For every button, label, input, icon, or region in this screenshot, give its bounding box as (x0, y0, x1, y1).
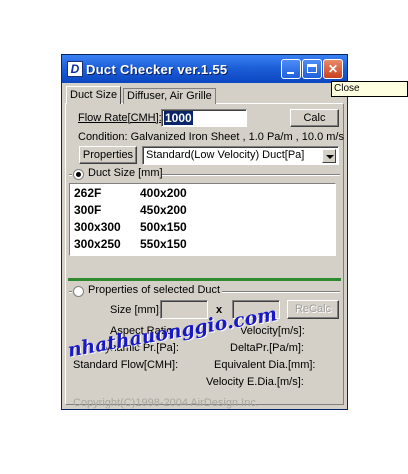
list-item[interactable]: 300F 450x200 (70, 202, 330, 219)
maximize-icon (307, 64, 317, 73)
duct-type-select[interactable]: Standard(Low Velocity) Duct[Pa] (142, 146, 339, 165)
duct-type-value: Standard(Low Velocity) Duct[Pa] (146, 149, 305, 161)
delta-pr-label: DeltaPr.[Pa/m]: (230, 342, 304, 354)
properties-button[interactable]: Properties (79, 146, 137, 164)
standard-flow-label: Standard Flow[CMH]: (73, 359, 179, 371)
flow-rate-label: Flow Rate[CMH]: (78, 112, 162, 124)
properties-radio-label: Properties of selected Duct (88, 284, 221, 296)
close-icon: ✕ (327, 62, 339, 76)
chevron-down-icon[interactable] (322, 149, 336, 163)
close-button[interactable]: ✕ (323, 59, 343, 79)
velocity-edia-label: Velocity E.Dia.[m/s]: (206, 376, 304, 388)
condition-text: Condition: Galvanized Iron Sheet , 1.0 P… (78, 131, 344, 143)
duct-size-radio[interactable] (73, 169, 84, 180)
minimize-icon (287, 72, 294, 74)
list-item[interactable]: 300x300 500x150 (70, 219, 330, 236)
app-icon: D (67, 61, 83, 77)
duct-checker-window: D Duct Checker ver.1.55 ✕ Flow Rate[CMH]… (61, 54, 348, 410)
calc-button[interactable]: Calc (290, 109, 339, 127)
window-title: Duct Checker ver.1.55 (86, 62, 228, 77)
duct-size-radio-label: Duct Size [mm] (88, 167, 163, 179)
copyright-text: Copyright(C)1998-2004 AirDesign Inc. (73, 397, 259, 409)
properties-radio-row[interactable]: Properties of selected Duct (72, 284, 222, 297)
tab-duct-size-label: Duct Size (70, 89, 118, 101)
flow-rate-input[interactable]: 1000 (161, 109, 247, 127)
tab-diffuser-label: Diffuser, Air Grille (127, 90, 212, 102)
minimize-button[interactable] (281, 59, 301, 79)
tab-duct-size[interactable]: Duct Size (66, 86, 122, 104)
splitter-bar[interactable] (68, 278, 341, 281)
tab-panel: Flow Rate[CMH]: 1000 Calc Condition: Gal… (65, 103, 344, 405)
equivalent-dia-label: Equivalent Dia.[mm]: (214, 359, 316, 371)
close-tooltip: Close (331, 81, 408, 97)
list-item[interactable]: 262F 400x200 (70, 185, 330, 202)
flow-rate-value: 1000 (164, 111, 193, 125)
maximize-button[interactable] (302, 59, 322, 79)
list-item[interactable]: 350x200 600x150 (70, 253, 330, 255)
list-item[interactable]: 300x250 550x150 (70, 236, 330, 253)
properties-radio[interactable] (73, 286, 84, 297)
size-label: Size [mm]: (110, 304, 162, 316)
recalc-button[interactable]: ReCalc (287, 300, 339, 319)
tab-diffuser-air-grille[interactable]: Diffuser, Air Grille (123, 88, 216, 104)
title-bar[interactable]: D Duct Checker ver.1.55 ✕ (62, 55, 347, 83)
duct-size-list[interactable]: 262F 400x200 300F 450x200 300x300 500x15… (69, 183, 336, 256)
duct-size-radio-row[interactable]: Duct Size [mm] (72, 167, 163, 180)
